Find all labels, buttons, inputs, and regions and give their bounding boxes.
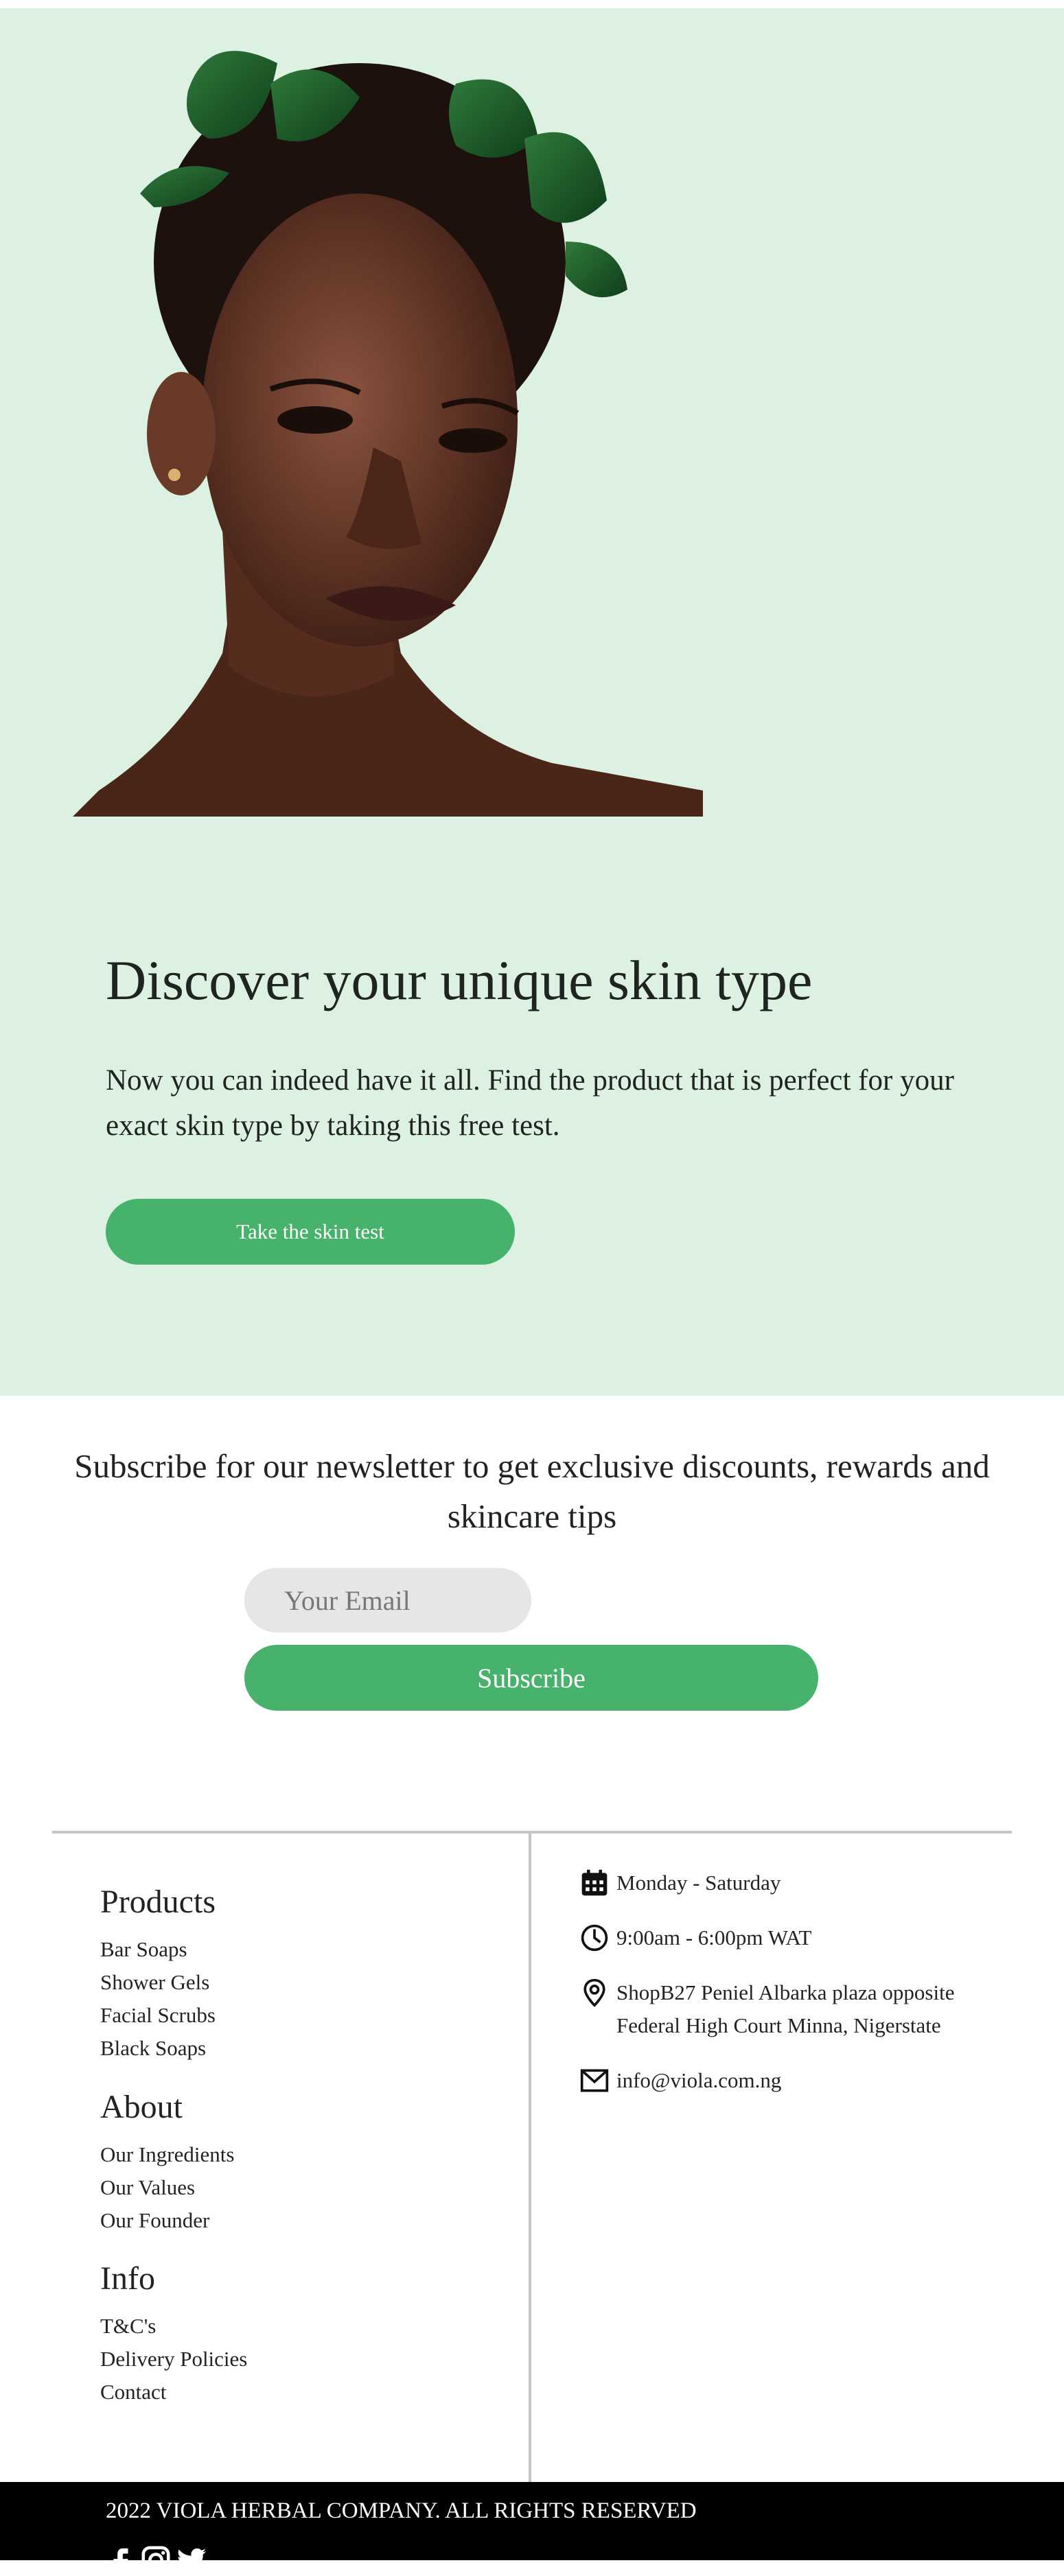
subscribe-button[interactable]: Subscribe [244,1645,818,1711]
calendar-icon [579,1868,610,1898]
hero-subtitle: Now you can indeed have it all. Find the… [106,1064,954,1142]
footer-divider-horizontal [52,1831,1012,1834]
copyright-text: 2022 VIOLA HERBAL COMPANY. ALL RIGHTS RE… [106,2498,697,2523]
opening-hours: 9:00am - 6:00pm WAT [579,1921,811,1954]
link-contact[interactable]: Contact [100,2380,166,2404]
address-text: ShopB27 Peniel Albarka plaza opposite Fe… [616,1976,954,2042]
link-shower-gels[interactable]: Shower Gels [100,1970,209,1995]
email-contact[interactable]: info@viola.com.ng [579,2064,781,2097]
link-our-founder[interactable]: Our Founder [100,2208,209,2233]
address-line-2: Federal High Court Minna, Nigerstate [616,2013,941,2037]
link-delivery-policies[interactable]: Delivery Policies [100,2347,247,2372]
hero-model-image [71,36,703,818]
address: ShopB27 Peniel Albarka plaza opposite Fe… [579,1976,954,2042]
clock-icon [579,1923,610,1953]
link-our-ingredients[interactable]: Our Ingredients [100,2142,234,2167]
address-line-1: ShopB27 Peniel Albarka plaza opposite [616,1980,955,2004]
hero-section: Discover your unique skin type Now you c… [0,8,1064,1396]
about-heading: About [100,2089,183,2125]
email-contact-text[interactable]: info@viola.com.ng [616,2064,781,2097]
link-terms[interactable]: T&C's [100,2314,156,2339]
instagram-icon[interactable] [140,2544,172,2576]
top-strip [0,0,1064,8]
newsletter-title: Subscribe for our newsletter to get excl… [74,1447,990,1535]
link-bar-soaps[interactable]: Bar Soaps [100,1937,187,1962]
info-heading: Info [100,2260,155,2297]
link-black-soaps[interactable]: Black Soaps [100,2036,206,2061]
link-facial-scrubs[interactable]: Facial Scrubs [100,2003,216,2028]
opening-hours-text: 9:00am - 6:00pm WAT [616,1925,812,1949]
email-input[interactable] [244,1568,531,1632]
opening-days: Monday - Saturday [579,1866,780,1899]
hero-title: Discover your unique skin type [106,949,813,1011]
footer-divider-vertical [529,1834,531,2482]
twitter-icon[interactable] [176,2544,207,2576]
envelope-icon [579,2065,610,2096]
products-heading: Products [100,1884,216,1920]
location-pin-icon [579,1978,610,2008]
opening-days-text: Monday - Saturday [616,1871,781,1895]
skin-test-button[interactable]: Take the skin test [106,1199,515,1265]
link-our-values[interactable]: Our Values [100,2175,195,2200]
facebook-icon[interactable] [104,2544,136,2576]
social-links [104,2544,207,2576]
